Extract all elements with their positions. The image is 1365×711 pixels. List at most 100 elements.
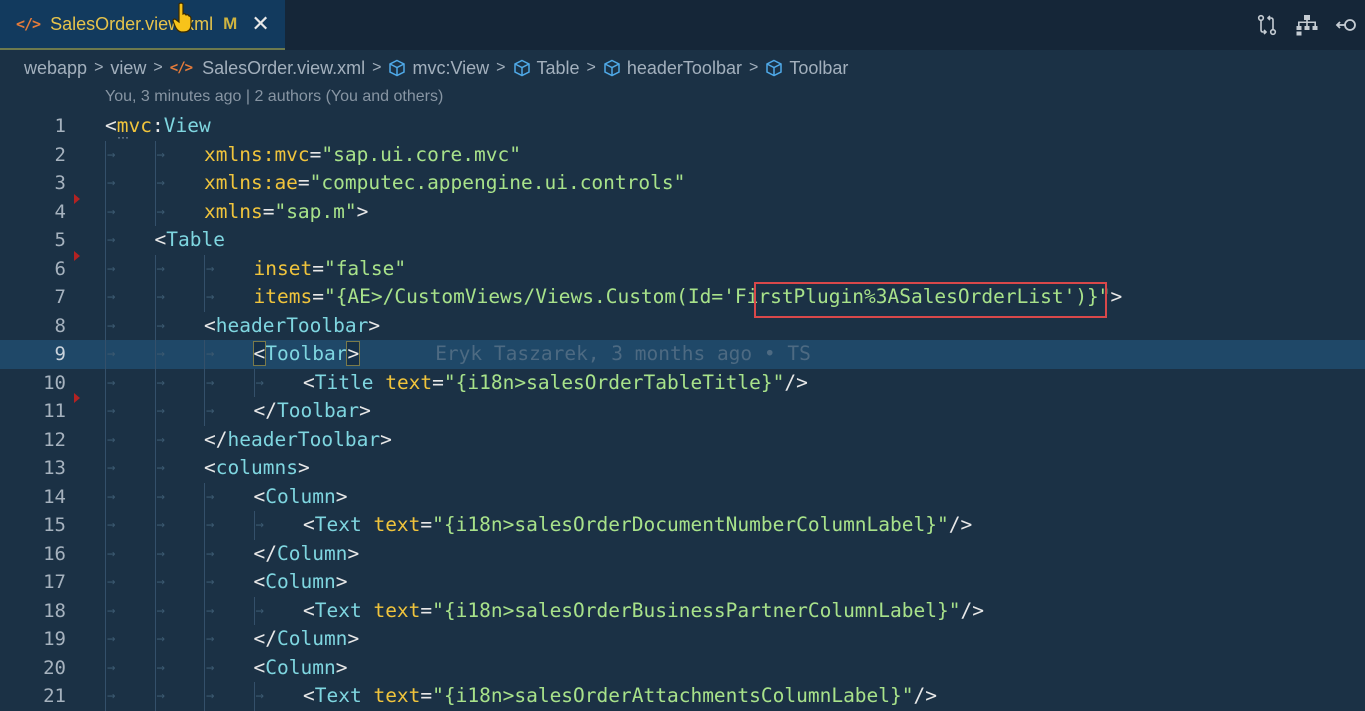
code-text[interactable]: <columns> — [204, 454, 310, 483]
code-text[interactable]: <Text text="{i18n>salesOrderAttachmentsC… — [303, 682, 937, 711]
code-text[interactable]: </Column> — [254, 625, 360, 654]
code-token: "false" — [323, 256, 407, 280]
line-number[interactable]: 19 — [0, 625, 66, 654]
line-number[interactable]: 8 — [0, 312, 66, 341]
line-number[interactable]: 3 — [0, 169, 66, 198]
code-token: < — [253, 484, 266, 508]
code-text[interactable]: </Toolbar> — [254, 397, 371, 426]
code-text[interactable]: <Column> — [254, 568, 348, 597]
indent-guide — [204, 568, 205, 597]
code-line[interactable]: 3 → → xmlns:ae="computec.appengine.ui.contr… — [0, 169, 1365, 198]
line-number[interactable]: 20 — [0, 654, 66, 683]
line-number[interactable]: 12 — [0, 426, 66, 455]
indent-guide — [154, 425, 156, 454]
code-text[interactable]: </headerToolbar> — [204, 426, 392, 455]
line-number[interactable]: 11 — [0, 397, 66, 426]
hand-cursor-icon — [172, 2, 192, 33]
code-line[interactable]: 21 → → → → <Text text="{i18n>salesOrderAttach… — [0, 682, 1365, 711]
code-text[interactable]: <Text text="{i18n>salesOrderBusinessPart… — [303, 597, 984, 626]
line-number[interactable]: 14 — [0, 483, 66, 512]
breadcrumb-mvc-view[interactable]: mvc:View — [388, 58, 489, 79]
line-number[interactable]: 9 — [0, 340, 66, 369]
line-number[interactable]: 7 — [0, 283, 66, 312]
diff-deleted-marker-icon[interactable] — [74, 250, 80, 261]
code-line[interactable]: 7 → → → items="{AE>/CustomViews/Views.Custom… — [0, 283, 1365, 312]
line-number[interactable]: 2 — [0, 141, 66, 170]
line-number[interactable]: 6 — [0, 255, 66, 284]
code-text[interactable]: items="{AE>/CustomViews/Views.Custom(Id=… — [254, 283, 1123, 312]
close-tab-icon[interactable]: ✕ — [251, 13, 269, 35]
tab-whitespace-marker: → — [255, 374, 264, 391]
code-line[interactable]: 15 → → → → <Text text="{i18n>salesOrderDocume… — [0, 511, 1365, 540]
tab-whitespace-marker: → — [107, 688, 116, 704]
code-text[interactable]: <Table — [155, 226, 225, 255]
code-text[interactable]: <headerToolbar> — [204, 312, 380, 341]
code-line[interactable]: 13 → → <columns> — [0, 454, 1365, 483]
code-text[interactable]: xmlns:ae="computec.appengine.ui.controls… — [204, 169, 685, 198]
indent-guide — [204, 511, 205, 540]
code-line[interactable]: 11 → → → </Toolbar> — [0, 393, 1365, 426]
git-blame-codelens[interactable]: You, 3 minutes ago | 2 authors (You and … — [105, 88, 443, 106]
code-text[interactable]: </Column> — [254, 540, 360, 569]
code-line[interactable]: 8 → → <headerToolbar> — [0, 311, 1365, 341]
code-token: Column — [265, 570, 336, 593]
code-line[interactable]: 4 → → xmlns="sap.m"> — [0, 193, 1365, 227]
line-number[interactable]: 15 — [0, 511, 66, 540]
hierarchy-icon[interactable] — [1295, 13, 1319, 37]
code-text[interactable]: <Toolbar> Eryk Taszarek, 3 months ago • T… — [252, 340, 811, 369]
code-token: columns — [215, 456, 298, 479]
breadcrumb-webapp[interactable]: webapp — [24, 58, 87, 79]
code-line[interactable]: 17 → → → <Column> — [0, 568, 1365, 597]
code-text[interactable]: <Column> — [254, 483, 348, 512]
breadcrumb-toolbar[interactable]: Toolbar — [765, 58, 848, 79]
code-line[interactable]: 10 → → → → <Title text="{i18n>salesOrderTable… — [0, 368, 1365, 398]
code-line[interactable]: 5 → <Table — [0, 226, 1365, 255]
line-number[interactable]: 17 — [0, 568, 66, 597]
code-text[interactable]: <Title text="{i18n>salesOrderTableTitle}… — [303, 369, 808, 398]
xml-file-icon: </> — [169, 60, 193, 76]
line-number[interactable]: 13 — [0, 454, 66, 483]
code-text[interactable]: xmlns="sap.m"> — [204, 198, 368, 227]
code-line[interactable]: 19 → → → </Column> — [0, 625, 1365, 654]
line-number[interactable]: 21 — [0, 682, 66, 711]
cube-icon — [766, 59, 783, 77]
code-text[interactable]: <Text text="{i18n>salesOrderDocumentNumb… — [303, 511, 972, 540]
line-number[interactable]: 10 — [0, 369, 66, 398]
breadcrumb-table[interactable]: Table — [513, 58, 580, 79]
folded-ellipsis-icon[interactable]: ··· — [117, 130, 129, 144]
code-line[interactable]: 12 → → </headerToolbar> — [0, 425, 1365, 455]
tab-whitespace-marker: → — [156, 545, 165, 562]
breadcrumb-label: webapp — [24, 57, 88, 78]
open-changes-icon[interactable] — [1255, 13, 1279, 37]
code-line[interactable]: 18 → → → → <Text text="{i18n>salesOrderBusine… — [0, 596, 1365, 626]
line-number[interactable]: 16 — [0, 540, 66, 569]
line-number[interactable]: 18 — [0, 597, 66, 626]
line-number[interactable]: 1 — [0, 112, 66, 141]
indent-guide — [105, 682, 106, 711]
line-number[interactable]: 5 — [0, 226, 66, 255]
diff-deleted-marker-icon[interactable] — [74, 393, 80, 403]
code-line[interactable]: 6 → → → inset="false" — [0, 250, 1365, 284]
code-editor[interactable]: 1 <mvc:View 2 → → xmlns:mvc="sap.ui.core.mvc"… — [0, 112, 1365, 711]
line-number[interactable]: 4 — [0, 198, 66, 227]
indent-guide — [204, 482, 205, 511]
code-line[interactable]: 16 → → → </Column> — [0, 539, 1365, 569]
timeline-back-icon[interactable] — [1335, 13, 1359, 37]
code-line[interactable]: 14 → → → <Column> — [0, 482, 1365, 512]
code-token: = — [420, 513, 433, 536]
breadcrumb-headertoolbar[interactable]: headerToolbar — [603, 58, 742, 79]
code-token: < — [253, 655, 266, 679]
code-text[interactable]: inset="false" — [254, 255, 407, 284]
code-text[interactable]: <Column> — [254, 654, 348, 683]
breadcrumb-view[interactable]: view — [110, 58, 146, 79]
code-line[interactable]: 9 → → → <Toolbar> Eryk Taszarek, 3 months ago… — [0, 340, 1365, 369]
code-token: < — [303, 684, 315, 707]
code-token: headerToolbar — [215, 313, 369, 337]
code-line[interactable]: 1 <mvc:View — [0, 112, 1365, 141]
breadcrumb-file[interactable]: </> SalesOrder.view.xml — [170, 58, 365, 79]
code-text[interactable]: xmlns:mvc="sap.ui.core.mvc" — [204, 141, 521, 170]
tab-salesorder-view-xml[interactable]: </> SalesOrder.view.xml M ✕ — [0, 0, 285, 50]
code-line[interactable]: 20 → → → <Column> — [0, 653, 1365, 683]
code-line[interactable]: 2 → → xmlns:mvc="sap.ui.core.mvc" — [0, 140, 1365, 170]
diff-deleted-marker-icon[interactable] — [74, 193, 80, 204]
